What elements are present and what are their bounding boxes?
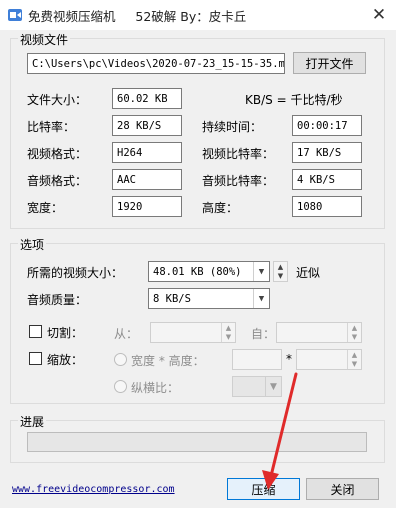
annotation-arrow-icon [262,372,298,490]
